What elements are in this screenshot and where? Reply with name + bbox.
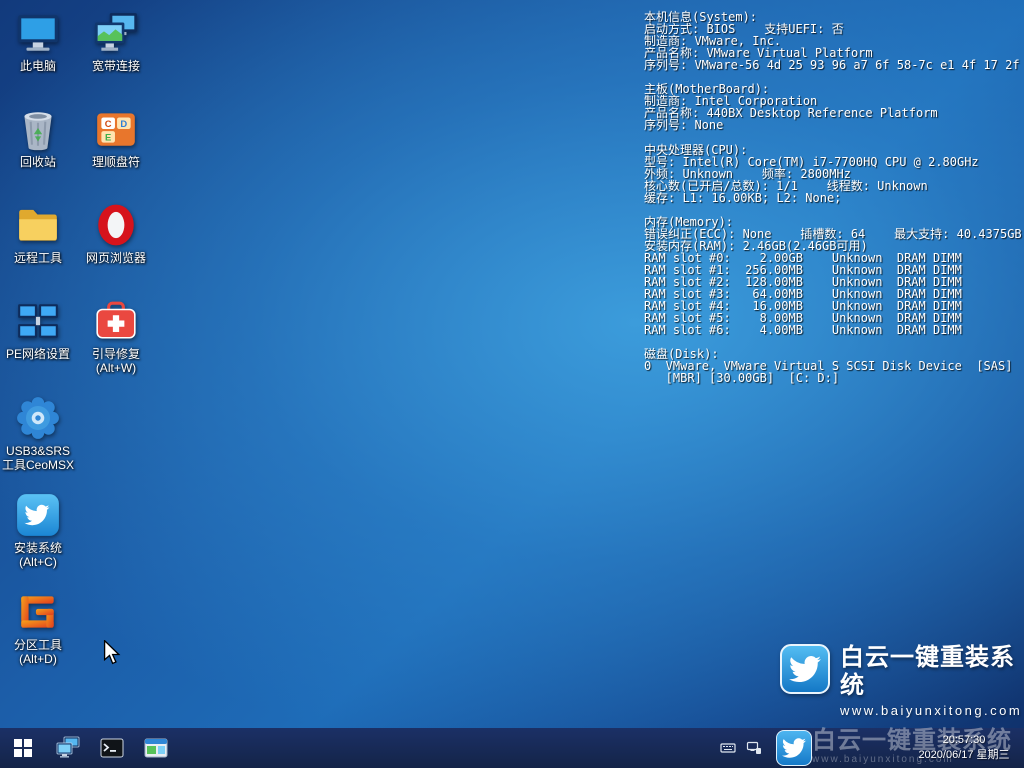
icon-label: 回收站: [20, 155, 56, 169]
icon-label: 引导修复 (Alt+W): [92, 347, 140, 375]
system-info-line: 核心数(已开启/总数): 1/1 线程数: Unknown: [644, 180, 1024, 192]
bird-app-icon: [15, 492, 61, 538]
system-info-line: 型号: Intel(R) Core(TM) i7-7700HQ CPU @ 2.…: [644, 156, 1024, 168]
dual-monitor-icon: [93, 10, 139, 56]
system-info-line: 外频: Unknown 频率: 2800MHz: [644, 168, 1024, 180]
desktop: 此电脑 回收站 远程工具 PE网络设置 USB3&SRS 工具CeoMSX 安装…: [0, 0, 1024, 768]
brand-text: 白云一键重装系统 www.baiyunxitong.com: [840, 644, 1024, 718]
start-button[interactable]: [0, 728, 46, 768]
clock-time: 20:57:30: [908, 733, 1020, 748]
icon-label: 安装系统 (Alt+C): [14, 541, 62, 569]
icon-label: 此电脑: [20, 59, 56, 73]
desktop-icon-boot-repair[interactable]: 引导修复 (Alt+W): [78, 298, 154, 375]
folder-icon: [15, 202, 61, 248]
taskbar-bird-icon[interactable]: [776, 730, 812, 766]
icon-label: 宽带连接: [92, 59, 140, 73]
desktop-icon-drive-letters[interactable]: CDE 理顺盘符: [78, 106, 154, 169]
taskbar-app-cmd[interactable]: [90, 728, 134, 768]
svg-text:D: D: [120, 118, 127, 129]
taskbar: 白云一键重装系统 www.baiyunxitong.com 20:57:30 2…: [0, 728, 1024, 768]
desktop-icon-partition-tool[interactable]: 分区工具 (Alt+D): [0, 589, 76, 666]
gear-flower-icon: [15, 395, 61, 441]
recycle-bin-icon: [15, 106, 61, 152]
desktop-icon-remote-tools[interactable]: 远程工具: [0, 202, 76, 265]
brand-website: www.baiyunxitong.com: [840, 703, 1024, 718]
desktop-icon-this-pc[interactable]: 此电脑: [0, 10, 76, 73]
tray-network-icon[interactable]: [746, 740, 762, 756]
system-tray: [720, 728, 762, 768]
tray-keyboard-icon[interactable]: [720, 740, 736, 756]
desktop-icon-broadband[interactable]: 宽带连接: [78, 10, 154, 73]
opera-icon: [93, 202, 139, 248]
brand-bird-icon: [780, 644, 830, 694]
desktop-icon-recycle-bin[interactable]: 回收站: [0, 106, 76, 169]
system-info-line: [MBR] [30.00GB] [C: D:]: [644, 372, 1024, 384]
icon-label: USB3&SRS 工具CeoMSX: [2, 444, 74, 472]
icon-label: 远程工具: [14, 251, 62, 265]
system-info-line: 序列号: VMware-56 4d 25 93 96 a7 6f 58-7c e…: [644, 59, 1024, 71]
drive-letters-icon: CDE: [93, 106, 139, 152]
system-info-panel: 本机信息(System):启动方式: BIOS 支持UEFI: 否制造商: VM…: [644, 11, 1024, 384]
network-screens-icon: [15, 298, 61, 344]
brand-logo: 白云一键重装系统 www.baiyunxitong.com: [780, 644, 1024, 718]
taskbar-clock[interactable]: 20:57:30 2020/06/17 星期三: [908, 733, 1020, 763]
mouse-cursor: [103, 640, 122, 665]
icon-label: PE网络设置: [6, 347, 70, 361]
svg-text:E: E: [105, 132, 111, 143]
system-info-line: 序列号: None: [644, 119, 1024, 131]
svg-text:C: C: [105, 118, 112, 129]
system-info-line: 缓存: L1: 16.00KB; L2: None;: [644, 192, 1024, 204]
diskgenius-icon: [15, 589, 61, 635]
desktop-icon-install-system[interactable]: 安装系统 (Alt+C): [0, 492, 76, 569]
this-pc-icon: [15, 10, 61, 56]
desktop-icon-web-browser[interactable]: 网页浏览器: [78, 202, 154, 265]
icon-label: 网页浏览器: [86, 251, 146, 265]
window-icon: [143, 735, 169, 761]
system-info-line: RAM slot #6: 4.00MB Unknown DRAM DIMM: [644, 324, 1024, 336]
desktop-icon-usb3-srs-tool[interactable]: USB3&SRS 工具CeoMSX: [0, 395, 76, 472]
icon-label: 理顺盘符: [92, 155, 140, 169]
brand-title: 白云一键重装系统: [840, 644, 1024, 700]
command-prompt-icon: [99, 735, 125, 761]
system-info-line: 中央处理器(CPU):: [644, 144, 1024, 156]
system-info-line: [644, 131, 1024, 143]
windows-logo-icon: [14, 739, 32, 757]
taskbar-app-network[interactable]: [46, 728, 90, 768]
taskbar-app-explorer[interactable]: [134, 728, 178, 768]
clock-date: 2020/06/17 星期三: [908, 748, 1020, 763]
dual-monitor-icon: [55, 735, 81, 761]
icon-label: 分区工具 (Alt+D): [14, 638, 62, 666]
desktop-icon-pe-network-settings[interactable]: PE网络设置: [0, 298, 76, 361]
system-info-line: [644, 204, 1024, 216]
repair-kit-icon: [93, 298, 139, 344]
